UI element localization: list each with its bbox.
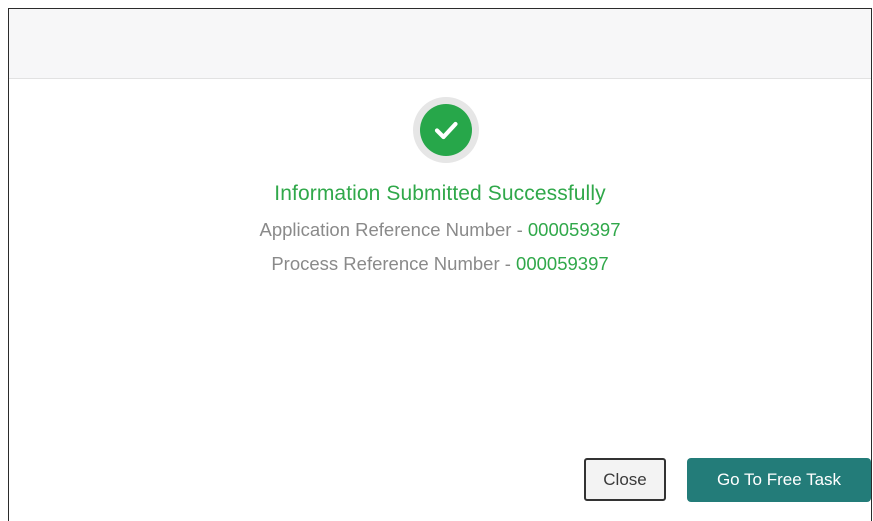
submission-dialog: Information Submitted Successfully Appli…	[8, 8, 872, 521]
process-reference-label: Process Reference Number -	[271, 253, 517, 274]
check-circle-icon	[413, 97, 479, 163]
dialog-body: Information Submitted Successfully Appli…	[9, 79, 871, 521]
checkmark-icon	[434, 121, 458, 140]
application-reference-line: Application Reference Number - 000059397	[9, 219, 871, 241]
application-reference-number: 000059397	[527, 219, 621, 240]
close-button[interactable]: Close	[584, 458, 666, 501]
check-circle-inner	[420, 104, 472, 156]
process-reference-line: Process Reference Number - 000059397	[9, 253, 871, 275]
dialog-header	[9, 9, 871, 79]
success-message: Information Submitted Successfully	[274, 182, 606, 205]
go-to-free-task-button[interactable]: Go To Free Task	[687, 458, 871, 502]
application-reference-label: Application Reference Number -	[259, 219, 528, 240]
process-reference-number: 000059397	[516, 253, 609, 274]
